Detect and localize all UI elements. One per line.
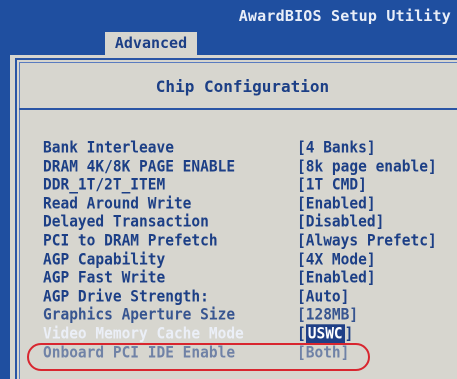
setting-row-ddr-item[interactable]: DDR_1T/2T_ITEM [1T CMD] xyxy=(43,176,457,195)
title-divider xyxy=(19,108,457,110)
setting-value[interactable]: [4X Mode] xyxy=(297,250,376,269)
setting-value[interactable]: [128MB] xyxy=(297,306,358,325)
setting-value[interactable]: [Auto] xyxy=(297,287,349,306)
setting-value[interactable]: [Enabled] xyxy=(297,268,376,287)
setting-label: Graphics Aperture Size xyxy=(43,306,236,324)
selected-value[interactable]: USWC xyxy=(305,324,345,344)
setting-row-video-memory-cache[interactable]: Video Memory Cache Mode [USWC] xyxy=(43,324,457,344)
setting-value[interactable]: [Disabled] xyxy=(297,213,384,232)
setting-row-agp-capability[interactable]: AGP Capability [4X Mode] xyxy=(43,251,457,270)
setting-value[interactable]: [1T CMD] xyxy=(297,175,367,194)
tab-advanced[interactable]: Advanced xyxy=(105,32,197,55)
app-title: AwardBIOS Setup Utility xyxy=(238,7,451,25)
settings-list: Bank Interleave [4 Banks] DRAM 4K/8K PAG… xyxy=(43,139,457,362)
setting-label: DDR_1T/2T_ITEM xyxy=(43,176,166,194)
setting-value[interactable]: [8k page enable] xyxy=(297,157,437,176)
setting-label: Delayed Transaction xyxy=(43,213,209,232)
setting-label: Read Around Write xyxy=(43,195,192,213)
setting-row-bank-interleave[interactable]: Bank Interleave [4 Banks] xyxy=(43,139,457,158)
setting-value[interactable]: [4 Banks] xyxy=(297,138,376,157)
setting-label: AGP Fast Write xyxy=(43,269,166,287)
setting-label: DRAM 4K/8K PAGE ENABLE xyxy=(43,157,236,176)
bracket-close: ] xyxy=(344,325,354,343)
setting-row-read-around-write[interactable]: Read Around Write [Enabled] xyxy=(43,195,457,214)
setting-value-selected[interactable]: [USWC] xyxy=(297,324,354,344)
bios-screen: AwardBIOS Setup Utility Advanced Chip Co… xyxy=(0,0,457,379)
setting-row-dram-page[interactable]: DRAM 4K/8K PAGE ENABLE [8k page enable] xyxy=(43,158,457,177)
setting-row-graphics-aperture[interactable]: Graphics Aperture Size [128MB] xyxy=(43,306,457,325)
left-edge-strip xyxy=(0,0,10,379)
setting-row-pci-dram-prefetch[interactable]: PCI to DRAM Prefetch [Always Prefetc] xyxy=(43,232,457,251)
setting-label: PCI to DRAM Prefetch xyxy=(43,232,218,250)
setting-value[interactable]: [Always Prefetc] xyxy=(297,231,437,250)
setting-label: AGP Drive Strength: xyxy=(43,288,209,306)
setting-row-delayed-transaction[interactable]: Delayed Transaction [Disabled] xyxy=(43,213,457,232)
setting-value[interactable]: [Enabled] xyxy=(297,194,376,213)
section-title: Chip Configuration xyxy=(155,77,330,96)
setting-row-agp-fast-write[interactable]: AGP Fast Write [Enabled] xyxy=(43,269,457,288)
setting-label: AGP Capability xyxy=(43,250,166,269)
setting-label: Bank Interleave xyxy=(43,139,174,157)
bracket-open: [ xyxy=(297,325,306,343)
setting-row-agp-drive-strength[interactable]: AGP Drive Strength: [Auto] xyxy=(43,288,457,307)
setting-label: Video Memory Cache Mode xyxy=(43,325,244,343)
red-annotation-ellipse xyxy=(27,343,370,371)
